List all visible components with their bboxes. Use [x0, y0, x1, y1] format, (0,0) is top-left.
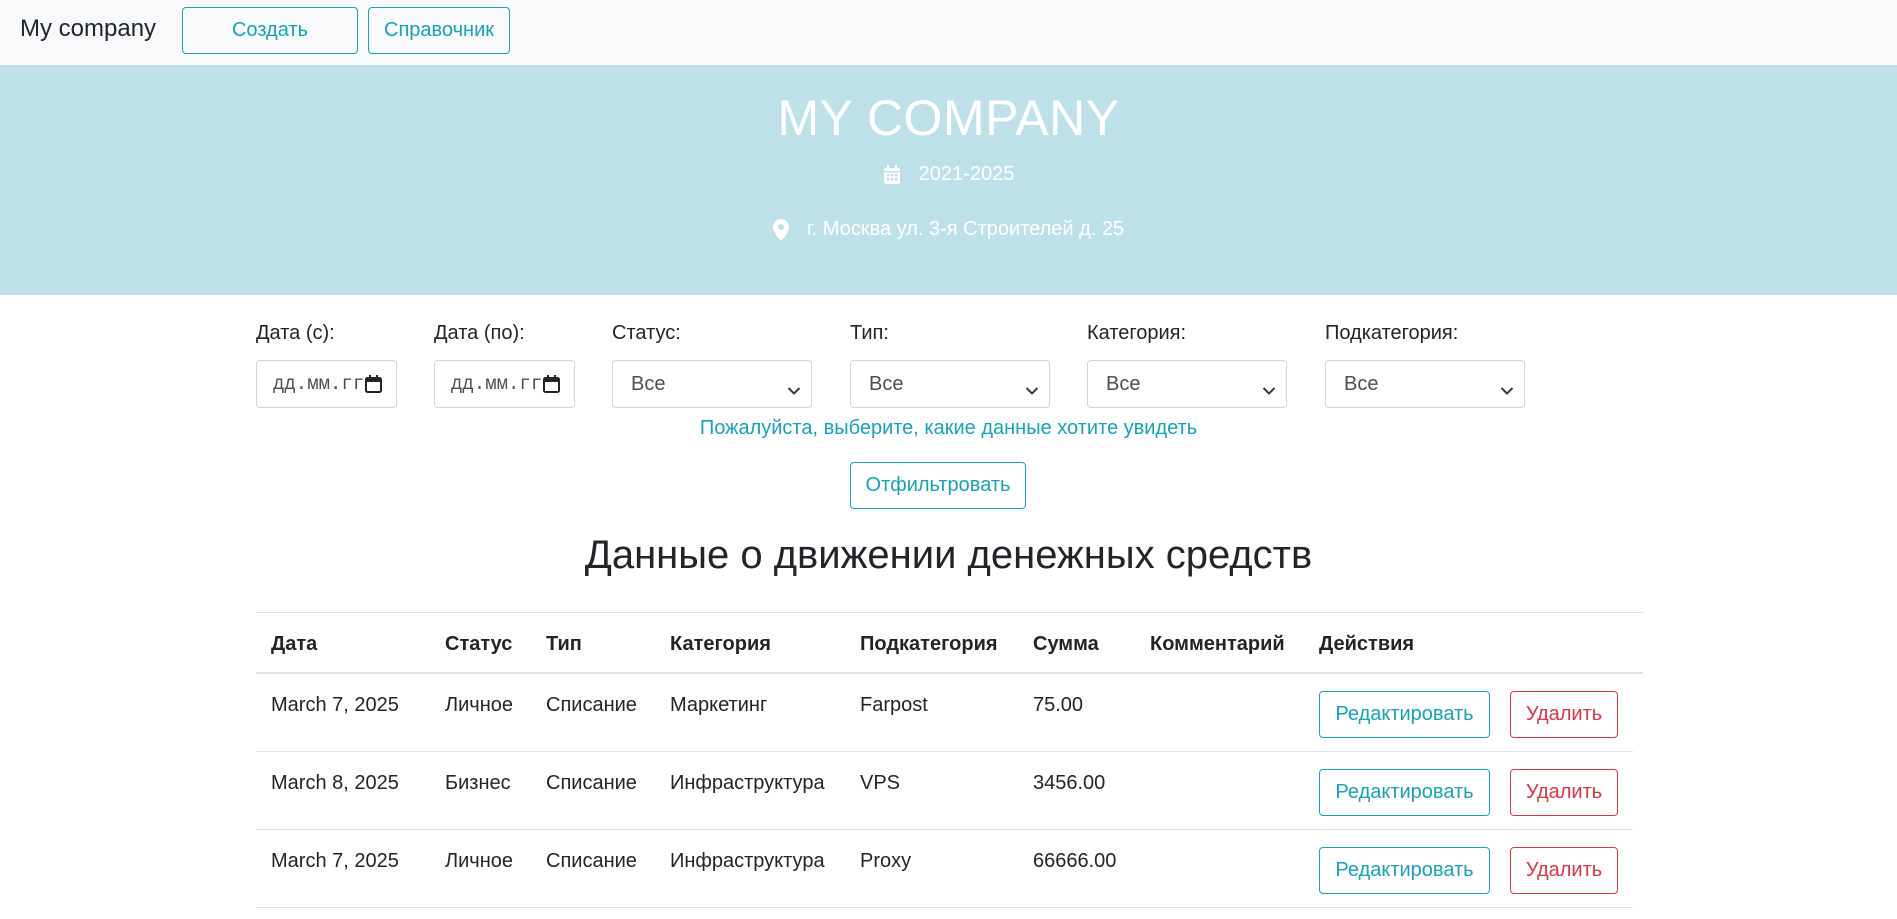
category-label: Категория:: [1087, 322, 1187, 344]
cell-category: Маркетинг: [670, 694, 768, 716]
hero-banner: MY COMPANY 2021-2025 г. Москва ул. 3-я С…: [0, 65, 1897, 295]
header-category: Категория: [670, 633, 771, 655]
date-to-input[interactable]: дд.мм.гг: [434, 360, 575, 408]
cell-type: Списание: [546, 850, 637, 872]
cell-subcategory: Farpost: [860, 694, 928, 716]
hero-years-text: 2021-2025: [918, 163, 1015, 185]
hero-address-text: г. Москва ул. 3-я Строителей д. 25: [806, 218, 1125, 240]
date-to-placeholder: дд.мм.гг: [451, 373, 543, 395]
table-row: March 7, 2025 Личное Списание Инфраструк…: [256, 830, 1633, 908]
filter-button[interactable]: Отфильтровать: [850, 462, 1026, 509]
subcategory-select[interactable]: Все: [1325, 360, 1525, 408]
brand-link[interactable]: My company: [20, 13, 156, 45]
reference-button[interactable]: Справочник: [368, 7, 510, 54]
category-select[interactable]: Все: [1087, 360, 1287, 408]
chevron-down-icon: [1262, 379, 1276, 402]
date-to-label: Дата (по):: [434, 322, 525, 344]
cell-type: Списание: [546, 772, 637, 794]
status-select-value: Все: [631, 372, 666, 395]
chevron-down-icon: [787, 379, 801, 402]
cell-amount: 75.00: [1033, 694, 1084, 716]
table-row: March 8, 2025 Бизнес Списание Инфраструк…: [256, 752, 1633, 830]
cell-type: Списание: [546, 694, 637, 716]
chevron-down-icon: [1025, 379, 1039, 402]
category-select-value: Все: [1106, 372, 1141, 395]
status-select[interactable]: Все: [612, 360, 812, 408]
edit-button[interactable]: Редактировать: [1319, 847, 1490, 894]
cell-status: Личное: [445, 694, 514, 716]
header-status: Статус: [445, 633, 513, 655]
map-marker-icon: [772, 218, 789, 241]
subcategory-select-value: Все: [1344, 372, 1379, 395]
header-amount: Сумма: [1033, 633, 1099, 655]
date-from-input[interactable]: дд.мм.гг: [256, 360, 397, 408]
delete-button[interactable]: Удалить: [1510, 691, 1618, 738]
date-from-label: Дата (с):: [256, 322, 335, 344]
chevron-down-icon: [1500, 379, 1514, 402]
status-label: Статус:: [612, 322, 681, 344]
type-select-value: Все: [869, 372, 904, 395]
cell-date: March 7, 2025: [271, 850, 399, 872]
header-date: Дата: [271, 633, 318, 655]
delete-button[interactable]: Удалить: [1510, 847, 1618, 894]
cell-status: Бизнес: [445, 772, 511, 794]
hero-years: 2021-2025: [0, 163, 1897, 186]
create-record-button[interactable]: Создать запись: [182, 7, 358, 86]
type-select[interactable]: Все: [850, 360, 1050, 408]
delete-button[interactable]: Удалить: [1510, 769, 1618, 816]
navbar: My company Создать запись Справочник: [0, 0, 1897, 86]
calendar-icon[interactable]: [543, 375, 560, 399]
calendar-icon[interactable]: [365, 375, 382, 399]
cell-date: March 8, 2025: [271, 772, 399, 794]
edit-button[interactable]: Редактировать: [1319, 769, 1490, 816]
cell-amount: 3456.00: [1033, 772, 1106, 794]
type-label: Тип:: [850, 322, 889, 344]
cell-subcategory: Proxy: [860, 850, 912, 872]
table-header: Дата Статус Тип Категория Подкатегория С…: [256, 612, 1643, 674]
section-title: Данные о движении денежных средств: [584, 533, 1313, 577]
cell-subcategory: VPS: [860, 772, 901, 794]
header-type: Тип: [546, 633, 582, 655]
table-row: March 7, 2025 Личное Списание Маркетинг …: [256, 674, 1633, 752]
hero-title: MY COMPANY: [777, 90, 1120, 146]
subcategory-label: Подкатегория:: [1325, 322, 1459, 344]
cell-date: March 7, 2025: [271, 694, 399, 716]
cell-category: Инфраструктура: [670, 850, 825, 872]
cell-amount: 66666.00: [1033, 850, 1117, 872]
calendar-icon: [883, 164, 901, 185]
date-from-placeholder: дд.мм.гг: [273, 373, 365, 395]
header-subcategory: Подкатегория: [860, 633, 998, 655]
cell-status: Личное: [445, 850, 514, 872]
hero-address: г. Москва ул. 3-я Строителей д. 25: [0, 218, 1897, 241]
edit-button[interactable]: Редактировать: [1319, 691, 1490, 738]
header-comment: Комментарий: [1150, 633, 1285, 655]
cell-category: Инфраструктура: [670, 772, 825, 794]
filter-hint: Пожалуйста, выберите, какие данные хотит…: [699, 417, 1198, 439]
header-actions: Действия: [1319, 633, 1415, 655]
